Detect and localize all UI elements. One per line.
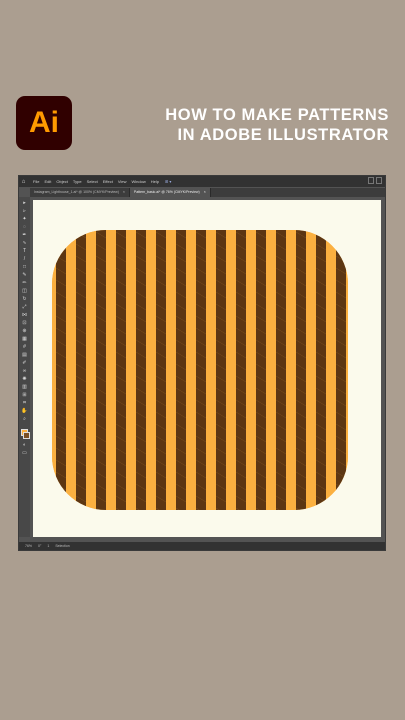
status-bar: 76% 0° 1 Selection (19, 542, 385, 550)
zoom-level[interactable]: 76% (25, 544, 32, 548)
tab-pattern-basic[interactable]: Pattern_basic.ai* @ 76% (CMYK/Preview) × (129, 188, 211, 197)
menu-bar: ⌂ File Edit Object Type Select Effect Vi… (19, 176, 385, 187)
eraser-tool-icon[interactable]: ◫ (21, 289, 28, 294)
menu-help[interactable]: Help (151, 179, 159, 184)
direct-selection-tool-icon[interactable]: ▹ (21, 209, 28, 214)
menu-view[interactable]: View (118, 179, 127, 184)
menu-object[interactable]: Object (56, 179, 68, 184)
screen-mode-icon[interactable]: ▭ (21, 451, 28, 456)
menu-edit[interactable]: Edit (44, 179, 51, 184)
magic-wand-tool-icon[interactable]: ✦ (21, 217, 28, 222)
rotation-angle[interactable]: 0° (38, 544, 41, 548)
headline-line-2: IN ADOBE ILLUSTRATOR (177, 126, 389, 144)
artboard-tool-icon[interactable]: ⊞ (21, 393, 28, 398)
type-tool-icon[interactable]: T (21, 249, 28, 254)
eyedropper-tool-icon[interactable]: ✐ (21, 361, 28, 366)
width-tool-icon[interactable]: ⋈ (21, 313, 28, 318)
scale-tool-icon[interactable]: ⤢ (21, 305, 28, 310)
pattern-fill (52, 230, 348, 510)
shape-builder-tool-icon[interactable]: ⊕ (21, 329, 28, 334)
blend-tool-icon[interactable]: ∞ (21, 369, 28, 374)
headline: HOW TO MAKE PATTERNS IN ADOBE ILLUSTRATO… (165, 105, 389, 145)
rectangle-tool-icon[interactable]: □ (21, 265, 28, 270)
slice-tool-icon[interactable]: ⌗ (21, 401, 28, 406)
lasso-tool-icon[interactable]: ◌ (21, 225, 28, 230)
tools-panel: ▸ ▹ ✦ ◌ ✒ ∿ T / □ ✎ ✏ ◫ ↻ ⤢ ⋈ ⊡ ⊕ ▦ # ▤ … (19, 197, 30, 537)
menu-effect[interactable]: Effect (103, 179, 113, 184)
close-icon[interactable]: × (123, 190, 125, 194)
workspace-switcher[interactable]: ⊞ ▾ (165, 179, 171, 184)
document-tabs: Instagram_Lighthouse_1.ai* @ 100% (CMYK/… (30, 188, 385, 197)
rotate-tool-icon[interactable]: ↻ (21, 297, 28, 302)
pattern-rounded-square[interactable] (52, 230, 348, 510)
perspective-grid-tool-icon[interactable]: ▦ (21, 337, 28, 342)
menu-window[interactable]: Window (131, 179, 145, 184)
graph-tool-icon[interactable]: ▥ (21, 385, 28, 390)
tab-label: Instagram_Lighthouse_1.ai* @ 100% (CMYK/… (34, 190, 119, 194)
pen-tool-icon[interactable]: ✒ (21, 233, 28, 238)
draw-mode-icon[interactable]: ◐ (21, 443, 28, 448)
menu-select[interactable]: Select (87, 179, 98, 184)
symbol-sprayer-tool-icon[interactable]: ✺ (21, 377, 28, 382)
curvature-tool-icon[interactable]: ∿ (21, 241, 28, 246)
zoom-tool-icon[interactable]: ⌕ (21, 417, 28, 422)
maximize-button[interactable] (376, 177, 382, 184)
line-tool-icon[interactable]: / (21, 257, 28, 262)
herringbone-pattern (52, 230, 348, 510)
free-transform-tool-icon[interactable]: ⊡ (21, 321, 28, 326)
headline-line-1: HOW TO MAKE PATTERNS (165, 106, 389, 124)
window-controls (368, 177, 382, 184)
home-icon[interactable]: ⌂ (19, 179, 28, 185)
menu-file[interactable]: File (33, 179, 39, 184)
pencil-tool-icon[interactable]: ✏ (21, 281, 28, 286)
current-tool-status: Selection (55, 544, 70, 548)
illustrator-logo: Ai (16, 96, 72, 150)
stroke-color-swatch[interactable] (23, 432, 30, 439)
tab-label: Pattern_basic.ai* @ 76% (CMYK/Preview) (133, 190, 200, 194)
close-icon[interactable]: × (204, 190, 206, 194)
tab-lighthouse[interactable]: Instagram_Lighthouse_1.ai* @ 100% (CMYK/… (30, 188, 130, 197)
minimize-button[interactable] (368, 177, 374, 184)
selection-tool-icon[interactable]: ▸ (21, 201, 28, 206)
mesh-tool-icon[interactable]: # (21, 345, 28, 350)
hand-tool-icon[interactable]: ✋ (21, 409, 28, 414)
paintbrush-tool-icon[interactable]: ✎ (21, 273, 28, 278)
artboard-number[interactable]: 1 (47, 544, 49, 548)
menu-type[interactable]: Type (73, 179, 82, 184)
gradient-tool-icon[interactable]: ▤ (21, 353, 28, 358)
